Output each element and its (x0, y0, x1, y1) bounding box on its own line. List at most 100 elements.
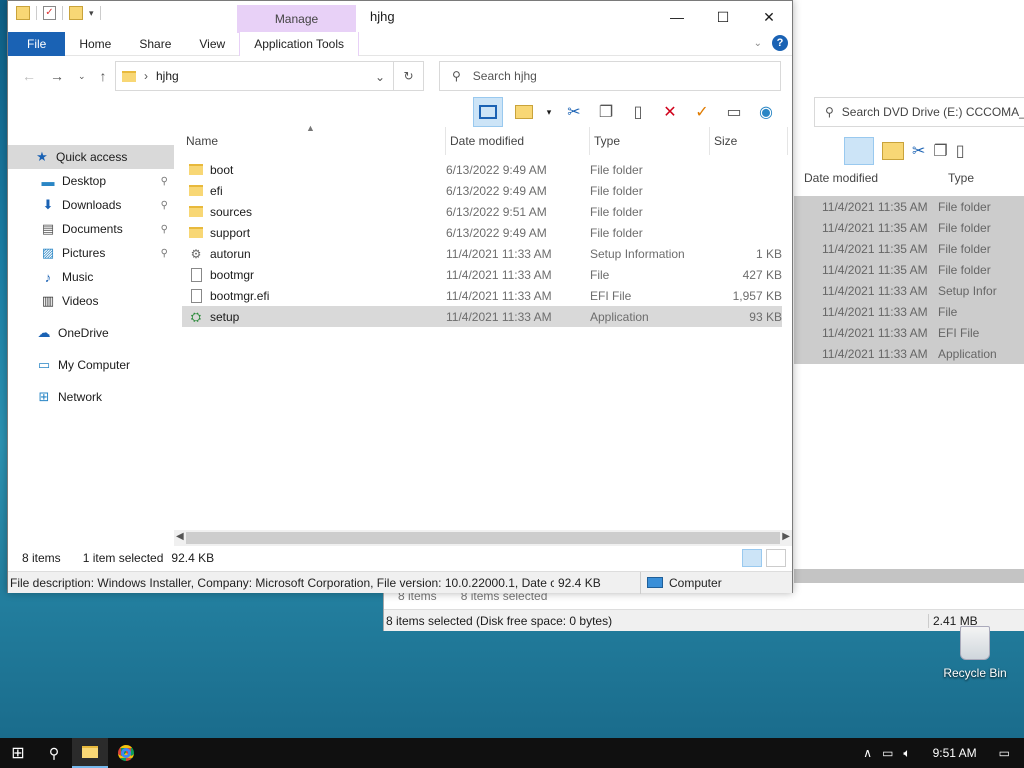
file-explorer-taskbar-button[interactable] (72, 738, 108, 768)
recycle-bin[interactable]: Recycle Bin (940, 626, 1010, 680)
table-row[interactable]: 11/4/2021 11:33 AM Setup Infor (794, 280, 1024, 301)
pin-icon[interactable]: ⚲ (161, 176, 168, 187)
file-icon (188, 267, 204, 282)
table-row[interactable]: efi 6/13/2022 9:49 AM File folder (182, 180, 782, 201)
table-row[interactable]: bootmgr.efi 11/4/2021 11:33 AM EFI File … (182, 285, 782, 306)
select-all-icon[interactable]: ▭ (723, 101, 745, 123)
minimize-button[interactable]: — (654, 1, 700, 33)
column-type[interactable]: Type (590, 127, 710, 155)
tab-home[interactable]: Home (65, 32, 125, 56)
up-arrow-icon[interactable]: ↑ (100, 68, 107, 84)
explorer-window[interactable]: ✓ ▾ Manage hjhg — ☐ ✕ File Home Share Vi… (7, 0, 793, 594)
clock[interactable]: 9:51 AM (921, 746, 989, 760)
column-date-modified[interactable]: Date modified (446, 127, 590, 155)
scroll-left-icon[interactable]: ◀ (176, 531, 184, 542)
background-search-input[interactable]: ⚲ Search DVD Drive (E:) CCCOMA_ (814, 97, 1024, 127)
help-icon[interactable]: ? (772, 35, 788, 51)
table-row[interactable]: bootmgr 11/4/2021 11:33 AM File 427 KB (182, 264, 782, 285)
delete-icon[interactable]: ✕ (659, 101, 681, 123)
sidebar-item-documents[interactable]: ▤ Documents ⚲ (8, 217, 174, 241)
paste-icon[interactable]: ▯ (627, 101, 649, 123)
table-row[interactable]: 11/4/2021 11:33 AM File (794, 301, 1024, 322)
sidebar-item-onedrive[interactable]: ☁ OneDrive (8, 321, 174, 345)
sidebar-item-videos[interactable]: ▥ Videos (8, 289, 174, 313)
large-icons-view-icon[interactable] (766, 549, 786, 567)
details-view-icon[interactable] (742, 549, 762, 567)
start-button[interactable]: ⊞ (0, 738, 36, 768)
preview-pane-icon[interactable] (844, 137, 874, 165)
scrollbar-thumb[interactable] (186, 532, 780, 544)
background-horizontal-scrollbar[interactable] (794, 569, 1024, 583)
shell-icon[interactable]: ◉ (755, 101, 777, 123)
table-row-selected[interactable]: ⛭ setup 11/4/2021 11:33 AM Application 93… (182, 306, 782, 327)
column-size[interactable]: Size (710, 127, 788, 155)
pin-icon[interactable]: ⚲ (161, 224, 168, 235)
volume-icon[interactable]: 🔈︎ (903, 746, 910, 761)
table-row[interactable]: ⚙ autorun 11/4/2021 11:33 AM Setup Inform… (182, 243, 782, 264)
title-bar[interactable]: ✓ ▾ Manage hjhg — ☐ ✕ (8, 1, 792, 33)
cut-icon[interactable]: ✂ (563, 101, 585, 123)
properties-icon (515, 105, 533, 119)
sidebar-item-downloads[interactable]: ⬇ Downloads ⚲ (8, 193, 174, 217)
preview-pane-icon (479, 105, 497, 119)
preview-pane-button[interactable] (473, 97, 503, 127)
properties-icon[interactable]: ✓ (43, 6, 56, 20)
customize-dropdown-icon[interactable]: ▾ (89, 8, 94, 19)
rename-icon[interactable]: ✓ (691, 101, 713, 123)
horizontal-scrollbar[interactable]: ◀ ▶ (174, 530, 792, 546)
sidebar-item-quick-access[interactable]: ★ Quick access (8, 145, 174, 169)
copy-icon[interactable]: ❐ (933, 141, 947, 161)
breadcrumb[interactable]: hjhg (156, 69, 179, 83)
table-row[interactable]: 11/4/2021 11:33 AM Application (794, 343, 1024, 364)
properties-icon[interactable] (882, 142, 904, 160)
tab-share[interactable]: Share (125, 32, 185, 56)
forward-arrow-icon[interactable]: → (50, 68, 64, 84)
properties-button[interactable] (513, 101, 535, 123)
column-date-modified[interactable]: Date modified (804, 171, 948, 185)
properties-dropdown-icon[interactable]: ▾ (545, 101, 553, 123)
refresh-icon[interactable]: ↻ (393, 62, 423, 90)
address-bar[interactable]: › hjhg ⌄ ↻ (115, 61, 424, 91)
network-icon[interactable]: ▭ (882, 746, 893, 760)
sidebar-item-network[interactable]: ⊞ Network (8, 385, 174, 409)
search-input[interactable]: ⚲ Search hjhg (439, 61, 781, 91)
notifications-icon[interactable]: ▭ (999, 746, 1010, 760)
sidebar-item-music[interactable]: ♪ Music (8, 265, 174, 289)
expand-ribbon-icon[interactable]: ⌄ (754, 38, 762, 49)
table-row[interactable]: 11/4/2021 11:35 AM File folder (794, 217, 1024, 238)
tab-file[interactable]: File (8, 31, 66, 56)
tab-view[interactable]: View (185, 32, 239, 56)
paste-icon[interactable]: ▯ (956, 141, 965, 161)
recent-locations-icon[interactable]: ⌄ (78, 71, 86, 82)
back-arrow-icon[interactable]: ← (22, 68, 36, 84)
show-hidden-icons-icon[interactable]: ∧ (863, 746, 872, 760)
new-folder-icon[interactable] (69, 6, 83, 20)
search-button[interactable]: ⚲ (36, 738, 72, 768)
chrome-taskbar-button[interactable] (108, 738, 144, 768)
table-row[interactable]: 11/4/2021 11:35 AM File folder (794, 196, 1024, 217)
table-row[interactable]: boot 6/13/2022 9:49 AM File folder (182, 159, 782, 180)
status-bar: 8 items 1 item selected 92.4 KB (8, 547, 792, 569)
address-dropdown-icon[interactable]: ⌄ (375, 70, 385, 84)
scroll-right-icon[interactable]: ▶ (782, 531, 790, 542)
background-column-headers: Date modified Type (804, 167, 1024, 189)
pin-icon[interactable]: ⚲ (161, 248, 168, 259)
video-icon: ▥ (41, 293, 55, 308)
maximize-button[interactable]: ☐ (700, 1, 746, 33)
tab-application-tools[interactable]: Application Tools (239, 31, 360, 56)
sidebar-item-desktop[interactable]: ▬ Desktop ⚲ (8, 169, 174, 193)
table-row[interactable]: sources 6/13/2022 9:51 AM File folder (182, 201, 782, 222)
table-row[interactable]: 11/4/2021 11:35 AM File folder (794, 238, 1024, 259)
table-row[interactable]: 11/4/2021 11:35 AM File folder (794, 259, 1024, 280)
search-placeholder: Search hjhg (472, 69, 537, 83)
column-type[interactable]: Type (948, 171, 974, 185)
copy-icon[interactable]: ❐ (595, 101, 617, 123)
pin-icon[interactable]: ⚲ (161, 200, 168, 211)
table-row[interactable]: 11/4/2021 11:33 AM EFI File (794, 322, 1024, 343)
table-row[interactable]: support 6/13/2022 9:49 AM File folder (182, 222, 782, 243)
manage-context-tab[interactable]: Manage (237, 5, 356, 33)
sidebar-item-pictures[interactable]: ▨ Pictures ⚲ (8, 241, 174, 265)
sidebar-item-my-computer[interactable]: ▭ My Computer (8, 353, 174, 377)
cut-icon[interactable]: ✂ (912, 141, 925, 161)
close-button[interactable]: ✕ (746, 1, 792, 33)
